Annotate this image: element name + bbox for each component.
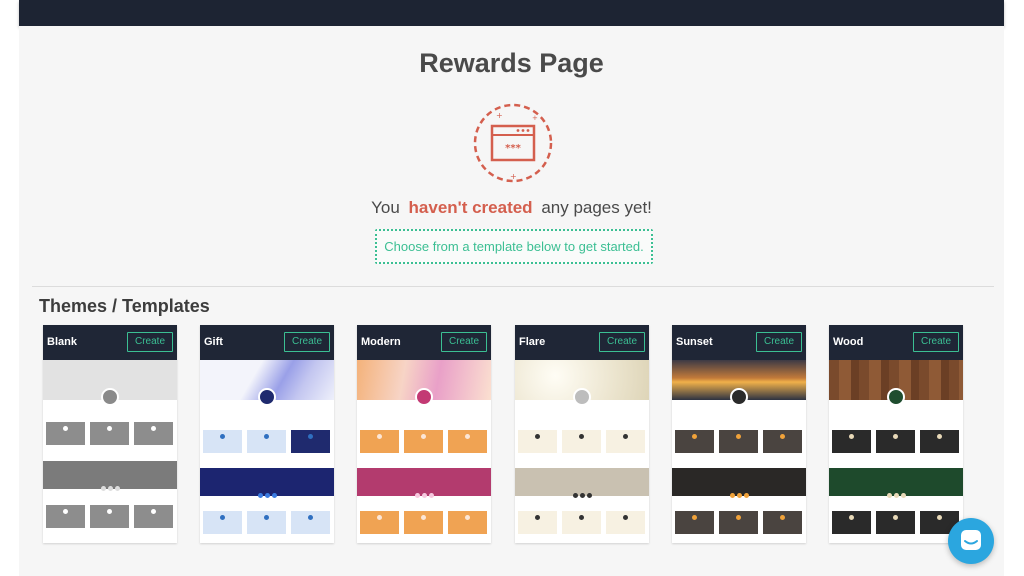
preview-tile bbox=[291, 430, 330, 453]
template-name: Gift bbox=[204, 336, 223, 348]
template-name: Modern bbox=[361, 336, 401, 348]
template-card-header: Flare Create bbox=[515, 325, 649, 360]
page-title: Rewards Page bbox=[419, 48, 604, 78]
preview-tile bbox=[763, 511, 802, 534]
preview-tile bbox=[562, 511, 601, 534]
template-name: Flare bbox=[519, 336, 546, 348]
svg-text:+: + bbox=[496, 111, 503, 120]
preview-tile bbox=[448, 511, 487, 534]
preview-refer-band bbox=[200, 468, 334, 498]
template-card-wood[interactable]: Wood Create bbox=[829, 325, 963, 543]
preview-tile bbox=[719, 511, 758, 534]
preview-tile bbox=[876, 430, 915, 453]
template-card-gift[interactable]: Gift Create bbox=[200, 325, 334, 543]
empty-state-suffix: any pages yet! bbox=[541, 198, 652, 217]
preview-refer-band bbox=[43, 461, 177, 491]
template-card-blank[interactable]: Blank Create bbox=[43, 325, 177, 543]
preview-tile bbox=[404, 430, 443, 453]
template-card-header: Gift Create bbox=[200, 325, 334, 360]
preview-refer-band bbox=[515, 468, 649, 498]
create-sunset-button[interactable]: Create bbox=[756, 332, 802, 352]
preview-tile bbox=[291, 511, 330, 534]
rewards-page-icon: *** + + + bbox=[473, 103, 553, 183]
preview-tile bbox=[203, 511, 242, 534]
preview-tile bbox=[719, 430, 758, 453]
template-card-header: Modern Create bbox=[357, 325, 491, 360]
preview-tile bbox=[606, 430, 645, 453]
preview-tile bbox=[675, 511, 714, 534]
preview-tile bbox=[90, 422, 129, 445]
preview-tile bbox=[518, 430, 557, 453]
preview-avatar bbox=[415, 388, 433, 406]
preview-tile bbox=[763, 430, 802, 453]
empty-state-highlight: haven't created bbox=[408, 198, 533, 217]
svg-text:***: *** bbox=[505, 143, 521, 154]
template-name: Wood bbox=[833, 336, 864, 348]
preview-refer-band bbox=[829, 468, 963, 498]
preview-tile bbox=[675, 430, 714, 453]
preview-avatar bbox=[730, 388, 748, 406]
preview-tile bbox=[203, 430, 242, 453]
preview-tile bbox=[606, 511, 645, 534]
choose-template-prompt[interactable]: Choose from a template below to get star… bbox=[375, 229, 653, 264]
preview-avatar bbox=[101, 388, 119, 406]
preview-tile bbox=[46, 505, 85, 528]
empty-state-message: You haven't created any pages yet! bbox=[19, 198, 1004, 218]
empty-state-prefix: You bbox=[371, 198, 400, 217]
create-wood-button[interactable]: Create bbox=[913, 332, 959, 352]
preview-tile bbox=[876, 511, 915, 534]
template-preview bbox=[672, 360, 806, 543]
template-preview bbox=[200, 360, 334, 543]
template-card-header: Sunset Create bbox=[672, 325, 806, 360]
template-card-modern[interactable]: Modern Create bbox=[357, 325, 491, 543]
template-preview bbox=[515, 360, 649, 543]
preview-tile bbox=[247, 430, 286, 453]
preview-avatar bbox=[258, 388, 276, 406]
rewards-page-content: Rewards Page *** + + + You haven't creat… bbox=[19, 26, 1004, 576]
template-card-flare[interactable]: Flare Create bbox=[515, 325, 649, 543]
preview-avatar bbox=[573, 388, 591, 406]
preview-tile bbox=[247, 511, 286, 534]
preview-tile bbox=[562, 430, 601, 453]
preview-refer-band bbox=[357, 468, 491, 498]
preview-tile bbox=[360, 430, 399, 453]
preview-tile bbox=[518, 511, 557, 534]
preview-refer-band bbox=[672, 468, 806, 498]
template-name: Sunset bbox=[676, 336, 713, 348]
preview-avatar bbox=[887, 388, 905, 406]
create-flare-button[interactable]: Create bbox=[599, 332, 645, 352]
section-divider bbox=[32, 286, 994, 287]
templates-section-title: Themes / Templates bbox=[39, 296, 210, 316]
preview-tile bbox=[46, 422, 85, 445]
template-card-sunset[interactable]: Sunset Create bbox=[672, 325, 806, 543]
preview-tile bbox=[90, 505, 129, 528]
create-gift-button[interactable]: Create bbox=[284, 332, 330, 352]
template-preview bbox=[357, 360, 491, 543]
preview-tile bbox=[404, 511, 443, 534]
template-preview bbox=[43, 360, 177, 543]
create-blank-button[interactable]: Create bbox=[127, 332, 173, 352]
preview-tile bbox=[832, 430, 871, 453]
svg-text:+: + bbox=[510, 172, 517, 181]
chat-launcher-button[interactable] bbox=[948, 518, 994, 564]
top-navigation-bar bbox=[19, 0, 1004, 26]
preview-tile bbox=[360, 511, 399, 534]
create-modern-button[interactable]: Create bbox=[441, 332, 487, 352]
preview-tile bbox=[920, 430, 959, 453]
template-name: Blank bbox=[47, 336, 77, 348]
svg-text:+: + bbox=[532, 114, 538, 122]
template-preview bbox=[829, 360, 963, 543]
template-card-header: Wood Create bbox=[829, 325, 963, 360]
template-card-header: Blank Create bbox=[43, 325, 177, 360]
preview-tile bbox=[832, 511, 871, 534]
preview-tile bbox=[134, 505, 173, 528]
chat-icon bbox=[961, 530, 981, 550]
preview-tile bbox=[134, 422, 173, 445]
preview-tile bbox=[448, 430, 487, 453]
